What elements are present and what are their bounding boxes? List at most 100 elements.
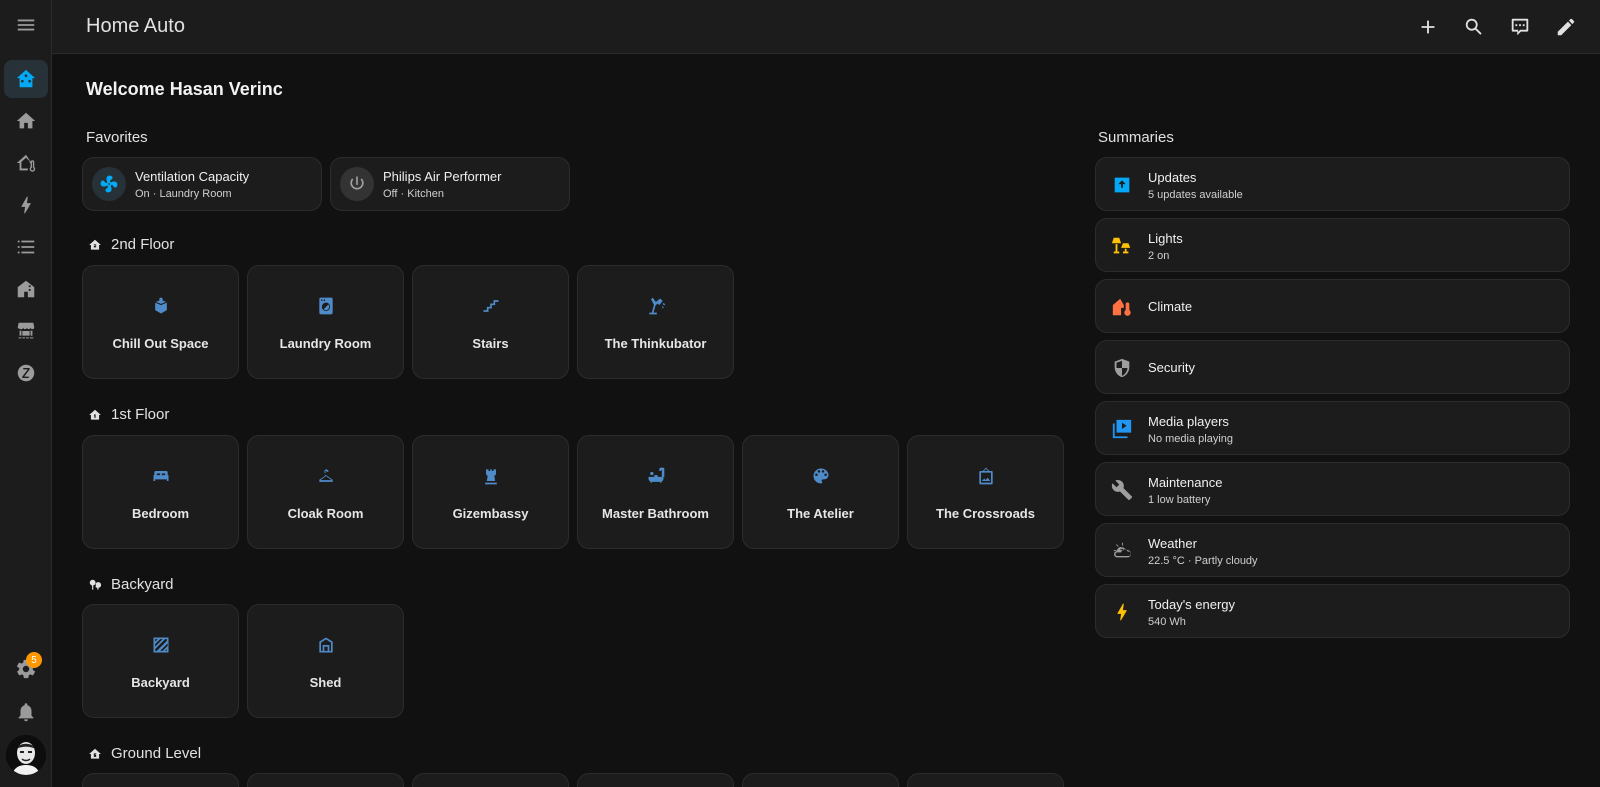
area-tile-laundry-room[interactable]: Laundry Room [247, 265, 404, 379]
plus-icon [1421, 20, 1435, 34]
summary-maintenance[interactable]: Maintenance 1 low battery [1095, 462, 1570, 516]
sidebar-item-zwave[interactable] [4, 354, 48, 392]
favorite-state: On · Laundry Room [135, 188, 232, 200]
sidebar-item-settings[interactable]: 5 [4, 650, 48, 688]
area-tile-thinkubator[interactable]: The Thinkubator [577, 265, 734, 379]
area-tile-cloak-room[interactable]: Cloak Room [247, 435, 404, 549]
hanger-icon [318, 469, 333, 482]
summary-lights[interactable]: Lights 2 on [1095, 218, 1570, 272]
shield-half-icon [1114, 358, 1130, 378]
summary-weather[interactable]: Weather 22.5 °C · Partly cloudy [1095, 523, 1570, 577]
summary-name: Today's energy [1148, 597, 1236, 612]
pencil-icon [1557, 18, 1575, 36]
favorite-name: Philips Air Performer [383, 169, 502, 184]
sidebar-item-home[interactable] [4, 102, 48, 140]
summary-state: 540 Wh [1148, 616, 1186, 628]
area-tile-partial[interactable] [82, 773, 239, 787]
favorite-state: Off · Kitchen [383, 188, 444, 200]
wrench-icon [1111, 480, 1133, 501]
tree-icon [89, 579, 102, 590]
area-name: Bedroom [131, 506, 190, 521]
area-tile-gizembassy[interactable]: Gizembassy [412, 435, 569, 549]
lamps-icon [1111, 237, 1131, 254]
area-tile-partial[interactable] [907, 773, 1064, 787]
area-name: The Atelier [787, 506, 854, 521]
edit-button[interactable] [1551, 12, 1581, 42]
sidebar-item-climate[interactable] [4, 144, 48, 182]
area-tile-stairs[interactable]: Stairs [412, 265, 569, 379]
area-name: Master Bathroom [602, 506, 709, 521]
bathtub-icon [648, 467, 664, 483]
home-thermometer-icon [16, 154, 36, 172]
area-tile-crossroads[interactable]: The Crossroads [907, 435, 1064, 549]
area-tile-partial[interactable] [412, 773, 569, 787]
area-name: The Thinkubator [604, 336, 707, 351]
floor-name: 2nd Floor [111, 236, 175, 253]
texture-box-icon [153, 637, 168, 653]
area-tile-backyard[interactable]: Backyard [82, 604, 239, 718]
summary-state: 5 updates available [1148, 189, 1243, 201]
summary-climate[interactable]: Climate [1095, 279, 1570, 333]
top-app-bar: Home Auto [52, 0, 1600, 54]
summary-energy[interactable]: Today's energy 540 Wh [1095, 584, 1570, 638]
home-floor-1-icon [89, 409, 101, 420]
menu-icon[interactable] [4, 6, 48, 44]
bell-icon [18, 703, 34, 722]
summary-state: No media playing [1148, 433, 1233, 445]
weather-partly-cloudy-icon [1113, 542, 1131, 558]
area-tile-partial[interactable] [247, 773, 404, 787]
area-tile-chill-out-space[interactable]: Chill Out Space [82, 265, 239, 379]
home-icon [16, 112, 36, 129]
favorite-name: Ventilation Capacity [135, 169, 250, 184]
summary-media-players[interactable]: Media players No media playing [1095, 401, 1570, 455]
home-assistant-icon [16, 69, 36, 88]
fan-icon[interactable] [92, 167, 126, 201]
floor-name: 1st Floor [111, 406, 170, 423]
floor-title-backyard: Backyard [88, 576, 174, 593]
assist-button[interactable] [1505, 12, 1535, 42]
sidebar-item-energy[interactable] [4, 186, 48, 224]
hacs-icon [17, 322, 35, 339]
avatar[interactable] [6, 735, 46, 775]
sidebar-item-hacs[interactable] [4, 312, 48, 350]
area-tile-atelier[interactable]: The Atelier [742, 435, 899, 549]
area-name: The Crossroads [936, 506, 1035, 521]
search-button[interactable] [1459, 12, 1489, 42]
home-city-icon [17, 280, 35, 298]
multimedia-icon [1112, 419, 1132, 439]
summary-name: Security [1148, 360, 1195, 375]
sidebar-item-overview[interactable] [4, 60, 48, 98]
power-icon[interactable] [340, 167, 374, 201]
summary-name: Media players [1148, 414, 1229, 429]
area-tile-partial[interactable] [742, 773, 899, 787]
summary-name: Lights [1148, 231, 1183, 246]
book-open-icon [154, 297, 167, 314]
summary-security[interactable]: Security [1095, 340, 1570, 394]
list-icon [17, 240, 35, 254]
area-tile-shed[interactable]: Shed [247, 604, 404, 718]
summary-name: Climate [1148, 299, 1193, 314]
home-floor-2-icon [89, 239, 101, 250]
summary-updates[interactable]: Updates 5 updates available [1095, 157, 1570, 211]
summary-state: 2 on [1148, 250, 1170, 262]
sidebar-item-logbook[interactable] [4, 228, 48, 266]
area-tile-master-bathroom[interactable]: Master Bathroom [577, 435, 734, 549]
home-thermometer-icon [1112, 298, 1131, 316]
sidebar-item-notifications[interactable] [4, 693, 48, 731]
search-icon [1465, 18, 1482, 35]
floor-name: Ground Level [111, 745, 202, 762]
favorites-title: Favorites [86, 129, 148, 146]
desk-lamp-icon [648, 297, 665, 315]
area-tile-partial[interactable] [577, 773, 734, 787]
favorite-ventilation-tile[interactable]: Ventilation Capacity On · Laundry Room [82, 157, 322, 211]
summary-name: Updates [1148, 170, 1197, 185]
lightning-icon [21, 196, 31, 214]
page-title: Home Auto [86, 15, 185, 37]
favorite-air-purifier-tile[interactable]: Philips Air Performer Off · Kitchen [330, 157, 570, 211]
greenhouse-icon [318, 637, 333, 653]
comment-icon [1511, 18, 1529, 36]
area-name: Stairs [472, 336, 509, 351]
sidebar-item-areas[interactable] [4, 270, 48, 308]
add-button[interactable] [1413, 12, 1443, 42]
area-tile-bedroom[interactable]: Bedroom [82, 435, 239, 549]
